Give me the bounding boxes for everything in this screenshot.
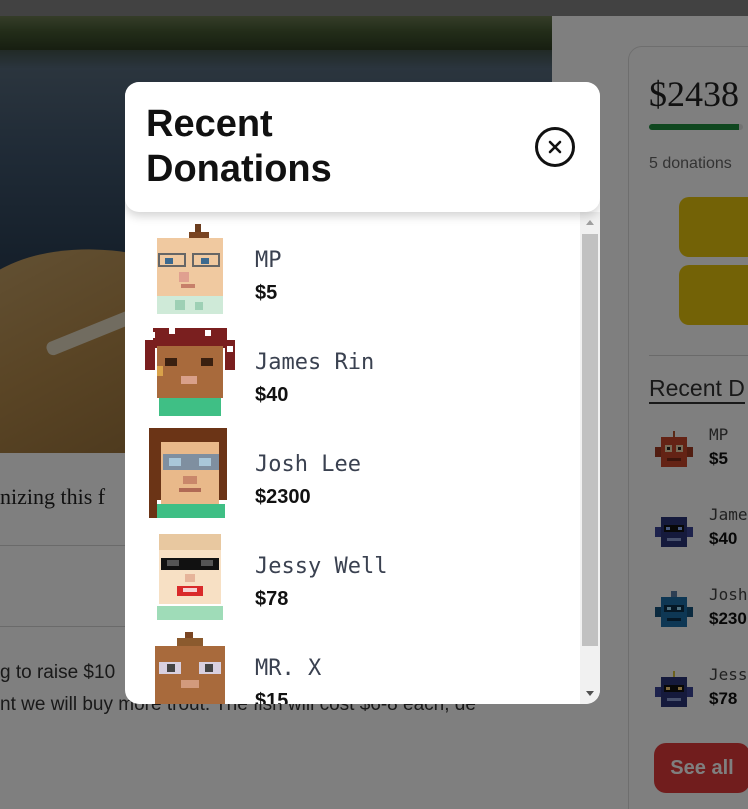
list-item: Josh Lee $2300 <box>145 428 565 520</box>
pixel-avatar-icon <box>157 224 223 314</box>
pixel-avatar-icon <box>157 534 223 620</box>
donation-amount: $5 <box>255 282 278 304</box>
donor-name: Josh Lee <box>255 452 361 477</box>
donor-name: James Rin <box>255 350 375 375</box>
donation-amount: $2300 <box>255 486 311 508</box>
donor-name: MR. X <box>255 656 322 681</box>
close-button[interactable] <box>535 127 575 167</box>
donation-list[interactable]: MP $5 James Rin $40 Josh Lee $2300 Jessy… <box>125 212 580 704</box>
pixel-avatar-icon <box>155 632 225 704</box>
donation-amount: $40 <box>255 384 289 406</box>
list-item: MR. X $15 <box>145 632 565 704</box>
list-item: Jessy Well $78 <box>145 530 565 622</box>
donor-name: Jessy Well <box>255 554 388 579</box>
modal-header: Recent Donations <box>125 82 600 212</box>
pixel-avatar-icon <box>145 328 235 416</box>
scrollbar-thumb[interactable] <box>582 234 598 646</box>
list-item: James Rin $40 <box>145 326 565 418</box>
scroll-up-arrow-icon[interactable] <box>580 214 600 230</box>
modal-title: Recent Donations <box>146 103 332 190</box>
scroll-down-arrow-icon[interactable] <box>580 686 600 702</box>
list-item: MP $5 <box>145 224 565 316</box>
recent-donations-modal: Recent Donations MP $5 James Rin $40 Jos… <box>125 82 600 704</box>
scrollbar[interactable] <box>580 212 600 704</box>
donor-name: MP <box>255 248 282 273</box>
donation-amount: $78 <box>255 588 289 610</box>
donation-amount: $15 <box>255 690 289 704</box>
close-icon <box>548 140 562 154</box>
pixel-avatar-icon <box>149 428 227 518</box>
